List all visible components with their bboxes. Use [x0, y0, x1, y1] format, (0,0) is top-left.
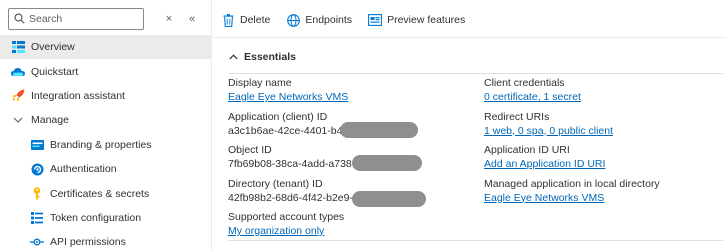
sidebar-nav: Overview Quickstart Integration assistan…	[0, 35, 212, 250]
object-id-value: 7fb69b08-38ca-4add-a738-c	[228, 158, 361, 170]
key-icon	[30, 187, 44, 201]
sidebar-item-label: Branding & properties	[50, 138, 152, 151]
property-label: Redirect URIs	[484, 110, 550, 123]
sidebar-item-overview[interactable]: Overview	[0, 35, 212, 60]
property-client-credentials: Client credentials 0 certificate, 1 secr…	[484, 77, 724, 111]
property-label: Directory (tenant) ID	[228, 177, 323, 190]
client-id-value: a3c1b6ae-42ce-4401-b48	[228, 124, 349, 137]
essentials-title: Essentials	[244, 51, 296, 63]
api-permissions-icon	[30, 235, 44, 249]
clear-icon[interactable]: ×	[161, 11, 177, 27]
essentials-toggle[interactable]: Essentials	[228, 47, 723, 67]
property-tenant-id: Directory (tenant) ID 42fb98b2-68d6-4f42…	[228, 178, 468, 212]
account-types-link[interactable]: My organization only	[228, 225, 324, 237]
redaction-mark	[352, 155, 422, 171]
chevron-down-icon	[11, 113, 25, 127]
endpoints-button[interactable]: Endpoints	[286, 13, 352, 27]
managed-application-link[interactable]: Eagle Eye Networks VMS	[484, 192, 604, 204]
essentials-right-column: Client credentials 0 certificate, 1 secr…	[484, 77, 724, 211]
property-label: Application ID URI	[484, 144, 570, 156]
essentials-bottom-divider	[228, 240, 723, 241]
chevron-up-icon	[228, 52, 238, 62]
search-row: × «	[8, 8, 208, 30]
authentication-icon	[30, 162, 44, 176]
sidebar-group-manage[interactable]: Manage	[0, 108, 212, 132]
endpoints-label: Endpoints	[305, 14, 353, 26]
essentials-panel: Essentials Display name Eagle Eye Networ…	[228, 47, 723, 241]
display-name-link[interactable]: Eagle Eye Networks VMS	[228, 91, 348, 103]
property-label: Supported account types	[228, 211, 345, 223]
toolbar-divider	[213, 37, 726, 38]
search-icon	[14, 13, 25, 27]
application-id-uri-link[interactable]: Add an Application ID URI	[484, 158, 605, 170]
quickstart-icon	[11, 65, 25, 79]
property-label: Object ID	[228, 144, 272, 156]
branding-icon	[30, 138, 44, 152]
property-managed-application: Managed application in local directory E…	[484, 178, 724, 212]
sidebar-item-api-permissions[interactable]: API permissions	[0, 230, 212, 250]
redirect-uris-link[interactable]: 1 web, 0 spa, 0 public client	[484, 125, 613, 137]
property-application-id-uri: Application ID URI Add an Application ID…	[484, 144, 724, 178]
property-object-id: Object ID 7fb69b08-38ca-4add-a738-c	[228, 144, 468, 178]
essentials-divider	[228, 73, 723, 74]
property-display-name: Display name Eagle Eye Networks VMS	[228, 77, 468, 111]
sidebar: × « Overview Quickstart Integration assi…	[0, 0, 212, 250]
sidebar-item-label: Integration assistant	[31, 89, 125, 102]
overview-icon	[11, 40, 25, 54]
property-label: Client credentials	[484, 77, 565, 89]
token-icon	[30, 211, 44, 225]
trash-icon	[221, 13, 235, 27]
sidebar-item-certificates-secrets[interactable]: Certificates & secrets	[0, 181, 212, 205]
tenant-id-value: 42fb98b2-68d6-4f42-b2e9-9	[228, 191, 359, 204]
redaction-mark	[352, 190, 426, 207]
command-bar: Delete Endpoints Preview features	[221, 10, 481, 30]
client-credentials-link[interactable]: 0 certificate, 1 secret	[484, 91, 581, 103]
sidebar-item-label: Overview	[31, 41, 75, 54]
sidebar-item-integration-assistant[interactable]: Integration assistant	[0, 84, 212, 108]
globe-icon	[286, 13, 300, 27]
essentials-left-column: Display name Eagle Eye Networks VMS Appl…	[228, 77, 468, 245]
property-label: Managed application in local directory	[484, 177, 660, 190]
main-content: Delete Endpoints Preview features Essent…	[213, 0, 726, 250]
sidebar-group-label: Manage	[31, 114, 69, 127]
delete-label: Delete	[240, 14, 271, 26]
sidebar-item-label: Certificates & secrets	[50, 187, 150, 200]
sidebar-item-label: Token configuration	[50, 211, 142, 224]
preview-features-label: Preview features	[387, 14, 466, 26]
delete-button[interactable]: Delete	[221, 13, 270, 27]
sidebar-item-branding[interactable]: Branding & properties	[0, 133, 212, 157]
sidebar-item-quickstart[interactable]: Quickstart	[0, 59, 212, 83]
sidebar-item-token-configuration[interactable]: Token configuration	[0, 206, 212, 230]
redaction-mark	[340, 121, 418, 138]
rocket-icon	[11, 89, 25, 103]
sidebar-item-authentication[interactable]: Authentication	[0, 157, 212, 181]
sidebar-item-label: Quickstart	[31, 65, 79, 78]
property-label: Display name	[228, 77, 292, 89]
search-input[interactable]	[29, 11, 139, 27]
collapse-sidebar-icon[interactable]: «	[184, 11, 200, 27]
preview-features-button[interactable]: Preview features	[368, 13, 465, 27]
preview-features-icon	[368, 13, 383, 27]
sidebar-item-label: API permissions	[50, 236, 126, 249]
property-redirect-uris: Redirect URIs 1 web, 0 spa, 0 public cli…	[484, 111, 724, 145]
sidebar-item-label: Authentication	[50, 163, 117, 176]
search-box[interactable]	[8, 8, 144, 30]
property-client-id: Application (client) ID a3c1b6ae-42ce-44…	[228, 111, 468, 145]
